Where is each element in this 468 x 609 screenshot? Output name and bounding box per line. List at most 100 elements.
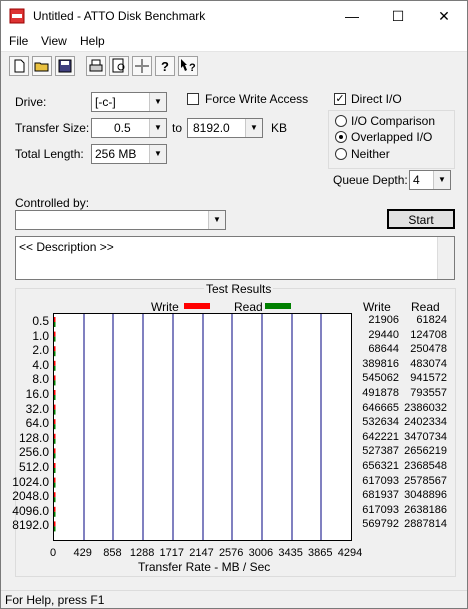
test-results-label: Test Results (204, 282, 274, 296)
status-bar: For Help, press F1 (1, 590, 467, 609)
write-value: 617093 (362, 474, 399, 487)
write-bar (54, 390, 56, 395)
write-legend-label: Write (151, 300, 179, 314)
y-tick-label: 16.0 (25, 387, 49, 401)
chevron-down-icon: ▼ (245, 119, 262, 137)
close-button[interactable]: ✕ (421, 1, 467, 31)
menu-file[interactable]: File (9, 34, 28, 48)
total-length-select[interactable]: 256 MB ▼ (91, 144, 167, 164)
window-title: Untitled - ATTO Disk Benchmark (33, 9, 206, 23)
write-value: 21906 (368, 314, 399, 326)
force-write-checkbox[interactable] (187, 93, 199, 105)
y-tick-label: 4096.0 (12, 503, 49, 518)
svg-text:?: ? (189, 62, 196, 74)
read-value: 124708 (410, 328, 447, 341)
y-tick-label: 64.0 (25, 416, 49, 431)
write-bar (54, 404, 56, 410)
read-value: 3048896 (404, 489, 447, 502)
help-icon[interactable]: ? (155, 56, 175, 76)
write-value: 646665 (362, 401, 399, 414)
read-value: 250478 (410, 343, 447, 356)
controlled-by-select[interactable]: ▼ (15, 210, 226, 230)
open-icon[interactable] (32, 56, 52, 76)
y-tick-label: 2048.0 (12, 489, 49, 504)
read-legend-swatch (265, 303, 291, 309)
menu-help[interactable]: Help (80, 34, 105, 48)
title-bar: Untitled - ATTO Disk Benchmark — ☐ ✕ (1, 1, 467, 31)
new-icon[interactable] (9, 56, 29, 76)
chevron-down-icon: ▼ (149, 93, 166, 111)
chevron-down-icon: ▼ (149, 119, 166, 137)
results-chart (53, 313, 352, 541)
description-scrollbar[interactable] (437, 237, 454, 279)
x-tick-label: 4294 (337, 547, 363, 559)
menu-bar: File View Help (1, 31, 467, 52)
transfer-from-select[interactable]: 0.5 ▼ (91, 118, 167, 138)
move-icon[interactable] (132, 56, 152, 76)
queue-depth-select[interactable]: 4 ▼ (409, 170, 451, 190)
write-bar (54, 317, 56, 322)
read-bar (54, 351, 56, 357)
transfer-to-value: 8192.0 (193, 121, 230, 135)
read-bar (54, 380, 56, 386)
transfer-to-select[interactable]: 8192.0 ▼ (187, 118, 263, 138)
read-value: 61824 (416, 314, 447, 326)
start-button[interactable]: Start (387, 209, 455, 229)
read-column-header: Read (411, 300, 440, 314)
read-value: 2368548 (404, 460, 447, 472)
y-tick-label: 1024.0 (12, 474, 49, 489)
chart-xlabel: Transfer Rate - MB / Sec (138, 560, 271, 574)
write-bar (54, 477, 56, 483)
direct-io-checkbox[interactable]: ✓ (334, 93, 346, 105)
y-tick-label: 0.5 (32, 314, 49, 328)
write-bar (54, 506, 56, 512)
read-value: 2656219 (404, 445, 447, 458)
write-bar (54, 521, 56, 527)
toolbar: ? ? (1, 52, 467, 80)
overlapped-io-radio[interactable] (335, 131, 347, 143)
total-length-value: 256 MB (95, 147, 137, 161)
print-icon[interactable] (86, 56, 106, 76)
read-bar (54, 482, 56, 488)
write-value: 29440 (368, 328, 399, 341)
read-bar (54, 336, 56, 342)
read-bar (54, 322, 56, 327)
transfer-size-label: Transfer Size: (15, 121, 90, 135)
write-value: 642221 (362, 430, 399, 443)
read-bar (54, 497, 56, 503)
read-bar (54, 511, 56, 517)
io-comparison-label: I/O Comparison (351, 114, 436, 128)
write-value: 491878 (362, 387, 399, 399)
save-icon[interactable] (55, 56, 75, 76)
write-bar (54, 331, 56, 337)
context-help-icon[interactable]: ? (178, 56, 198, 76)
write-bar (54, 346, 56, 352)
neither-radio[interactable] (335, 148, 347, 160)
y-tick-label: 8.0 (32, 372, 49, 387)
force-write-label: Force Write Access (205, 92, 309, 106)
menu-view[interactable]: View (41, 34, 67, 48)
io-comparison-radio[interactable] (335, 115, 347, 127)
write-bar (54, 419, 56, 425)
write-bar (54, 433, 56, 439)
total-length-label: Total Length: (15, 147, 84, 161)
y-tick-label: 512.0 (18, 460, 49, 474)
maximize-button[interactable]: ☐ (375, 1, 421, 31)
write-column-header: Write (363, 300, 391, 314)
print-preview-icon[interactable] (109, 56, 129, 76)
chevron-down-icon: ▼ (149, 145, 166, 163)
read-value: 793557 (410, 387, 447, 399)
drive-select[interactable]: [-c-] ▼ (91, 92, 167, 112)
description-field[interactable]: << Description >> (15, 236, 455, 280)
write-bar (54, 448, 56, 454)
read-bar (54, 409, 56, 415)
description-text: << Description >> (19, 240, 114, 254)
write-value: 617093 (362, 503, 399, 516)
y-tick-label: 256.0 (18, 445, 49, 460)
read-value: 3470734 (404, 430, 447, 443)
write-value: 681937 (362, 489, 399, 502)
read-value: 483074 (410, 357, 447, 370)
read-bar (54, 424, 56, 430)
minimize-button[interactable]: — (329, 1, 375, 31)
status-text: For Help, press F1 (5, 593, 105, 607)
